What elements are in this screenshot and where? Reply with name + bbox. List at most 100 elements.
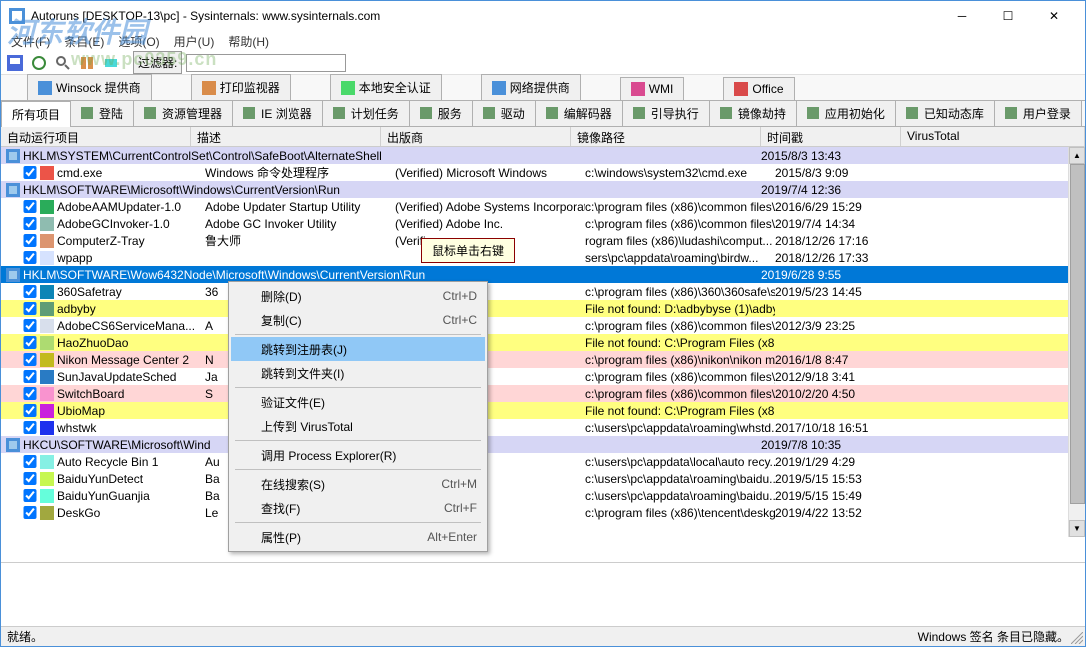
tab-登陆[interactable]: 登陆 <box>70 100 134 126</box>
menuitem-复制(C)[interactable]: 复制(C)Ctrl+C <box>231 308 485 332</box>
entry-checkbox[interactable] <box>23 166 37 179</box>
registry-key-row[interactable]: HKLM\SOFTWARE\Wow6432Node\Microsoft\Wind… <box>1 266 1085 283</box>
header-virustotal[interactable]: VirusTotal <box>901 127 1085 146</box>
find-icon[interactable] <box>53 53 73 73</box>
tab-编解码器[interactable]: 编解码器 <box>535 100 623 126</box>
menuitem-跳转到文件夹(I)[interactable]: 跳转到文件夹(I) <box>231 361 485 385</box>
menu-options[interactable]: 选项(O) <box>112 31 165 52</box>
entry-row[interactable]: Auto Recycle Bin 1Auc:\users\pc\appdata\… <box>1 453 1085 470</box>
entry-checkbox[interactable] <box>23 234 37 247</box>
entry-row[interactable]: BaiduYunGuanjiaBaNetcom Scien...c:\users… <box>1 487 1085 504</box>
tab-所有项目[interactable]: 所有项目 <box>1 101 71 127</box>
entry-checkbox[interactable] <box>23 387 37 400</box>
entry-row[interactable]: SwitchBoardSystems Incorpo...c:\program … <box>1 385 1085 402</box>
jump-icon[interactable] <box>101 53 121 73</box>
registry-key-row[interactable]: HKCU\SOFTWARE\Microsoft\Wind2019/7/8 10:… <box>1 436 1085 453</box>
tab-服务[interactable]: 服务 <box>409 100 473 126</box>
tab-镜像劫持[interactable]: 镜像劫持 <box>709 100 797 126</box>
refresh-icon[interactable] <box>29 53 49 73</box>
entry-checkbox[interactable] <box>23 302 37 315</box>
entry-checkbox[interactable] <box>23 353 37 366</box>
tab-网络提供商[interactable]: 网络提供商 <box>481 74 581 100</box>
tab-计划任务[interactable]: 计划任务 <box>322 100 410 126</box>
tab-驱动[interactable]: 驱动 <box>472 100 536 126</box>
entry-row[interactable]: SunJavaUpdateSchedJatems, Inc.c:\program… <box>1 368 1085 385</box>
tab-应用初始化[interactable]: 应用初始化 <box>796 100 896 126</box>
entry-row[interactable]: ComputerZ-Tray鲁大师(Verifirogram files (x8… <box>1 232 1085 249</box>
entry-checkbox[interactable] <box>23 472 37 485</box>
menuitem-验证文件(E)[interactable]: 验证文件(E) <box>231 390 485 414</box>
entry-checkbox[interactable] <box>23 370 37 383</box>
scroll-down-button[interactable]: ▼ <box>1069 520 1085 537</box>
menuitem-跳转到注册表(J)[interactable]: 跳转到注册表(J) <box>231 337 485 361</box>
menuitem-在线搜索(S)[interactable]: 在线搜索(S)Ctrl+M <box>231 472 485 496</box>
header-entry[interactable]: 自动运行项目 <box>1 127 191 146</box>
menuitem-查找(F)[interactable]: 查找(F)Ctrl+F <box>231 496 485 520</box>
registry-key-row[interactable]: HKLM\SYSTEM\CurrentControlSet\Control\Sa… <box>1 147 1085 164</box>
entry-row[interactable]: AdobeCS6ServiceMana...Ams Incorporatedc:… <box>1 317 1085 334</box>
entry-checkbox[interactable] <box>23 404 37 417</box>
header-timestamp[interactable]: 时间戳 <box>761 127 901 146</box>
entry-checkbox[interactable] <box>23 455 37 468</box>
menu-file[interactable]: 文件(F) <box>5 31 56 52</box>
tab-本地安全认证[interactable]: 本地安全认证 <box>330 74 442 100</box>
entry-icon <box>39 421 55 435</box>
menu-user[interactable]: 用户(U) <box>168 31 221 52</box>
tab-用户登录[interactable]: 用户登录 <box>994 100 1082 126</box>
tab-WMI[interactable]: WMI <box>620 77 685 100</box>
entry-row[interactable]: Nikon Message Center 2Nrporationc:\progr… <box>1 351 1085 368</box>
entry-row[interactable]: AdobeGCInvoker-1.0Adobe GC Invoker Utili… <box>1 215 1085 232</box>
entry-row[interactable]: 360Safetray36Technology Co...c:\program … <box>1 283 1085 300</box>
header-imagepath[interactable]: 镜像路径 <box>571 127 761 146</box>
entry-row[interactable]: BaiduYunDetectBaNetcom Scien...c:\users\… <box>1 470 1085 487</box>
tab-IE 浏览器[interactable]: IE 浏览器 <box>232 100 323 126</box>
entry-checkbox[interactable] <box>23 217 37 230</box>
save-icon[interactable] <box>5 53 25 73</box>
registry-key-row[interactable]: HKLM\SOFTWARE\Microsoft\Windows\CurrentV… <box>1 181 1085 198</box>
maximize-button[interactable]: ☐ <box>985 1 1031 31</box>
minimize-button[interactable]: ─ <box>939 1 985 31</box>
entry-row[interactable]: cmd.exeWindows 命令处理程序(Verified) Microsof… <box>1 164 1085 181</box>
menu-help[interactable]: 帮助(H) <box>222 31 275 52</box>
entry-checkbox[interactable] <box>23 421 37 434</box>
tab-引导执行[interactable]: 引导执行 <box>622 100 710 126</box>
entry-row[interactable]: DeskGoLenology(Shenz...c:\program files … <box>1 504 1085 521</box>
close-button[interactable]: ✕ <box>1031 1 1077 31</box>
menuitem-属性(P)[interactable]: 属性(P)Alt+Enter <box>231 525 485 549</box>
entry-row[interactable]: UbioMapFile not found: C:\Program Files … <box>1 402 1085 419</box>
detail-panel <box>1 562 1085 626</box>
tab-Office[interactable]: Office <box>723 77 794 100</box>
scroll-thumb-v[interactable] <box>1070 164 1085 504</box>
header-publisher[interactable]: 出版商 <box>381 127 571 146</box>
entry-checkbox[interactable] <box>23 489 37 502</box>
resize-grip[interactable] <box>1071 632 1083 644</box>
entry-checkbox[interactable] <box>23 251 37 264</box>
entry-row[interactable]: whstwkc:\users\pc\appdata\roaming\whstd.… <box>1 419 1085 436</box>
menuitem-调用 Process Explorer(R)[interactable]: 调用 Process Explorer(R) <box>231 443 485 467</box>
scroll-up-button[interactable]: ▲ <box>1069 147 1085 164</box>
entry-row[interactable]: AdobeAAMUpdater-1.0Adobe Updater Startup… <box>1 198 1085 215</box>
entry-row[interactable]: HaoZhuoDaoFile not found: C:\Program Fil… <box>1 334 1085 351</box>
filter-input[interactable] <box>186 54 346 72</box>
key-path: HKLM\SOFTWARE\Wow6432Node\Microsoft\Wind… <box>23 268 1085 282</box>
tab-资源管理器[interactable]: 资源管理器 <box>133 100 233 126</box>
compare-icon[interactable] <box>77 53 97 73</box>
entry-checkbox[interactable] <box>23 506 37 519</box>
tab-Winsock 提供商[interactable]: Winsock 提供商 <box>27 74 152 100</box>
vertical-scrollbar[interactable]: ▲ ▼ <box>1068 147 1085 537</box>
entry-checkbox[interactable] <box>23 336 37 349</box>
entry-row[interactable]: wpappsers\pc\appdata\roaming\birdw...201… <box>1 249 1085 266</box>
header-description[interactable]: 描述 <box>191 127 381 146</box>
entry-checkbox[interactable] <box>23 285 37 298</box>
menu-entry[interactable]: 条目(E) <box>58 31 110 52</box>
entry-list[interactable]: HKLM\SYSTEM\CurrentControlSet\Control\Sa… <box>1 147 1085 537</box>
context-menu[interactable]: 删除(D)Ctrl+D复制(C)Ctrl+C 跳转到注册表(J)跳转到文件夹(I)… <box>228 281 488 552</box>
entry-imagepath: rogram files (x86)\ludashi\comput... <box>585 234 775 248</box>
entry-checkbox[interactable] <box>23 200 37 213</box>
tab-已知动态库[interactable]: 已知动态库 <box>895 100 995 126</box>
entry-checkbox[interactable] <box>23 319 37 332</box>
menuitem-删除(D)[interactable]: 删除(D)Ctrl+D <box>231 284 485 308</box>
tab-打印监视器[interactable]: 打印监视器 <box>191 74 291 100</box>
entry-row[interactable]: adbybyFile not found: D:\adbybyse (1)\ad… <box>1 300 1085 317</box>
menuitem-上传到 VirusTotal[interactable]: 上传到 VirusTotal <box>231 414 485 438</box>
